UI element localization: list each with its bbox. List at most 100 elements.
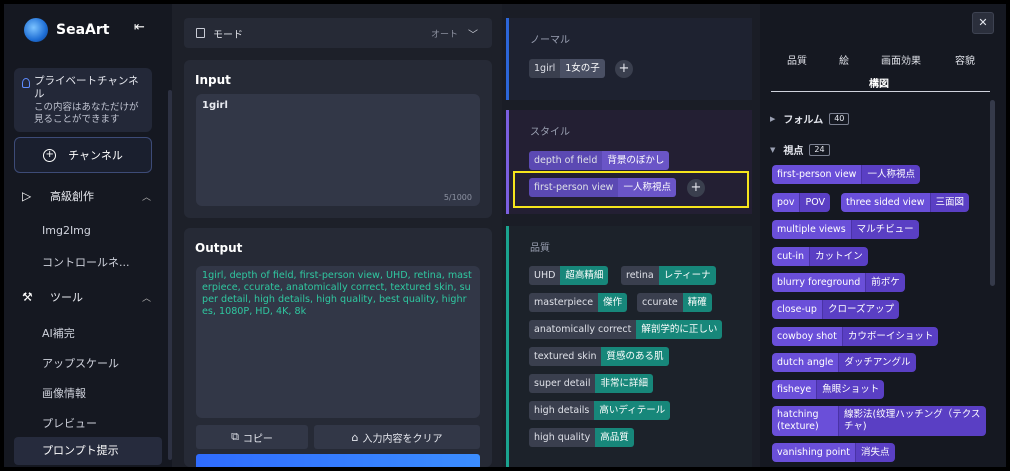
prompt-panel: モード オート ﹀ Input 1girl 5/1000 Output 1gir… — [172, 4, 502, 467]
add-tag-button[interactable]: + — [615, 60, 633, 78]
private-channel-card[interactable]: プライベートチャンネル この内容はあなただけが見ることができます — [14, 68, 152, 132]
mode-value: オート — [430, 29, 458, 40]
lib-tag-cowboy-shot[interactable]: cowboy shot カウボーイショット — [772, 327, 939, 346]
tag-uhd[interactable]: UHD 超高精細 — [529, 266, 609, 285]
brand-name: SeaArt — [56, 22, 110, 38]
sidebar: SeaArt ⇤ プライベートチャンネル この内容はあなただけが見ることができま… — [4, 4, 172, 467]
input-counter: 5/1000 — [443, 193, 472, 202]
lib-tag-three-sided-view[interactable]: three sided view 三面図 — [841, 193, 970, 212]
section-label: ツール — [50, 291, 83, 304]
brand[interactable]: SeaArt — [24, 18, 109, 42]
tag-en: first-person view — [772, 165, 862, 184]
lib-tag-cut-in[interactable]: cut-in カットイン — [772, 247, 868, 266]
lib-tag-vanishing-point[interactable]: vanishing point 消失点 — [772, 443, 895, 462]
tag-1girl[interactable]: 1girl 1女の子 — [529, 59, 605, 78]
private-channel-desc: この内容はあなただけが見ることができます — [34, 102, 139, 125]
play-icon: ▷ — [22, 189, 32, 203]
tag-en: UHD — [529, 266, 561, 285]
tab-screen-effect[interactable]: 画面効果 — [881, 52, 921, 67]
group-quality: 品質 UHD 超高精細 retina レティーナ masterpiece 傑作 … — [506, 226, 752, 467]
tag-retina[interactable]: retina レティーナ — [621, 266, 716, 285]
tag-super-detail[interactable]: super detail 非常に詳細 — [529, 374, 653, 393]
clear-input-label: 入力内容をクリア — [362, 433, 443, 445]
lib-tag-multiple-views[interactable]: multiple views マルチビュー — [772, 220, 919, 239]
seaart-logo-icon — [24, 18, 48, 42]
tag-jp: 三面図 — [929, 193, 970, 212]
tag-textured-skin[interactable]: textured skin 質感のある肌 — [529, 347, 669, 366]
clear-input-button[interactable]: ⌂ 入力内容をクリア — [314, 425, 480, 449]
copy-button[interactable]: ⧉ コピー — [196, 425, 308, 449]
sidebar-item-img2img[interactable]: Img2Img — [42, 224, 91, 237]
tag-jp: 精確 — [682, 293, 712, 312]
tag-depth-of-field[interactable]: depth of field 背景のぼかし — [529, 151, 670, 170]
caret-right-icon: ▶ — [770, 114, 776, 123]
channel-button[interactable]: + チャンネル — [14, 137, 152, 173]
sidebar-item-image-info[interactable]: 画像情報 — [42, 385, 86, 401]
wrench-icon: ⚒ — [22, 290, 33, 304]
output-textarea[interactable]: 1girl, depth of field, first-person view… — [196, 266, 480, 418]
lib-tag-fisheye[interactable]: fisheye 魚眼ショット — [772, 380, 885, 399]
close-icon[interactable]: ✕ — [972, 12, 994, 34]
tag-anatomically-correct[interactable]: anatomically correct 解剖学的に正しい — [529, 320, 723, 339]
lib-tag-dutch-angle[interactable]: dutch angle ダッチアングル — [772, 353, 916, 372]
tag-ccurate[interactable]: ccurate 精確 — [637, 293, 712, 312]
tag-en: high quality — [529, 428, 596, 447]
private-channel-title: プライベートチャンネル — [34, 75, 139, 100]
category-form[interactable]: ▶ フォルム 40 — [770, 111, 850, 126]
input-value: 1girl — [202, 100, 228, 111]
tag-jp: 超高精細 — [560, 266, 609, 285]
tag-en: multiple views — [772, 220, 851, 239]
group-bar — [506, 110, 509, 214]
tag-en: vanishing point — [772, 443, 856, 462]
collapse-left-icon[interactable]: ⇤ — [134, 20, 145, 35]
tag-high-details[interactable]: high details 高いディテール — [529, 401, 671, 420]
tab-composition[interactable]: 構図 — [869, 75, 889, 90]
group-label: スタイル — [530, 127, 570, 138]
tag-en: retina — [621, 266, 659, 285]
tag-jp: 傑作 — [598, 293, 628, 312]
tag-groups-panel: ノーマル 1girl 1女の子 + スタイル depth of field 背景… — [502, 4, 760, 467]
tag-jp: 消失点 — [855, 443, 895, 462]
tab-appearance[interactable]: 容貌 — [955, 52, 975, 67]
basket-icon: ⌂ — [351, 430, 359, 444]
tag-en: textured skin — [529, 347, 602, 366]
user-icon — [22, 78, 30, 88]
group-label: ノーマル — [530, 35, 570, 46]
tag-en: blurry foreground — [772, 273, 866, 292]
mode-select[interactable]: モード オート ﹀ — [184, 18, 492, 48]
tag-jp: 解剖学的に正しい — [636, 320, 723, 339]
document-icon — [196, 28, 205, 38]
tag-jp: 高いディテール — [594, 401, 671, 420]
tag-jp: POV — [799, 193, 831, 212]
tag-jp: マルチビュー — [850, 220, 919, 239]
lib-tag-hatching[interactable]: hatching (texture) 線影法(纹理ハッチング（テクスチャ) — [772, 406, 986, 436]
tag-jp: 1女の子 — [560, 59, 605, 78]
lib-tag-close-up[interactable]: close-up クローズアップ — [772, 300, 899, 319]
tag-en: anatomically correct — [529, 320, 637, 339]
section-advanced-creation[interactable]: ▷ 高級創作 ︿ — [22, 188, 151, 204]
tag-library-scrollbar[interactable] — [990, 100, 995, 286]
sidebar-item-prompt-suggest[interactable]: プロンプト提示 — [14, 437, 162, 465]
sidebar-item-ai-complete[interactable]: AI補完 — [42, 325, 75, 341]
chevron-down-icon: ﹀ — [468, 29, 478, 41]
tag-masterpiece[interactable]: masterpiece 傑作 — [529, 293, 628, 312]
tag-jp: 質感のある肌 — [601, 347, 669, 366]
input-textarea[interactable]: 1girl 5/1000 — [196, 94, 480, 206]
tag-en: high details — [529, 401, 595, 420]
lib-tag-first-person-view[interactable]: first-person view 一人称視点 — [772, 165, 920, 184]
lib-tag-blurry-foreground[interactable]: blurry foreground 前ボケ — [772, 273, 905, 292]
sidebar-item-preview[interactable]: プレビュー — [42, 415, 97, 431]
channel-button-label: チャンネル — [68, 149, 123, 162]
tag-en: hatching (texture) — [772, 406, 838, 436]
tag-jp: 高品質 — [595, 428, 634, 447]
tab-picture[interactable]: 絵 — [839, 52, 849, 67]
tab-quality[interactable]: 品質 — [787, 52, 807, 67]
tag-high-quality[interactable]: high quality 高品質 — [529, 428, 634, 447]
tag-en: fisheye — [772, 380, 817, 399]
lib-tag-pov[interactable]: pov POV — [772, 193, 831, 212]
category-viewpoint[interactable]: ▼ 視点 24 — [770, 142, 830, 157]
generate-button[interactable] — [196, 454, 480, 467]
sidebar-item-controlnet[interactable]: コントロールネ... — [42, 254, 130, 270]
sidebar-item-upscale[interactable]: アップスケール — [42, 355, 119, 371]
section-tools[interactable]: ⚒ ツール ︿ — [22, 289, 151, 305]
